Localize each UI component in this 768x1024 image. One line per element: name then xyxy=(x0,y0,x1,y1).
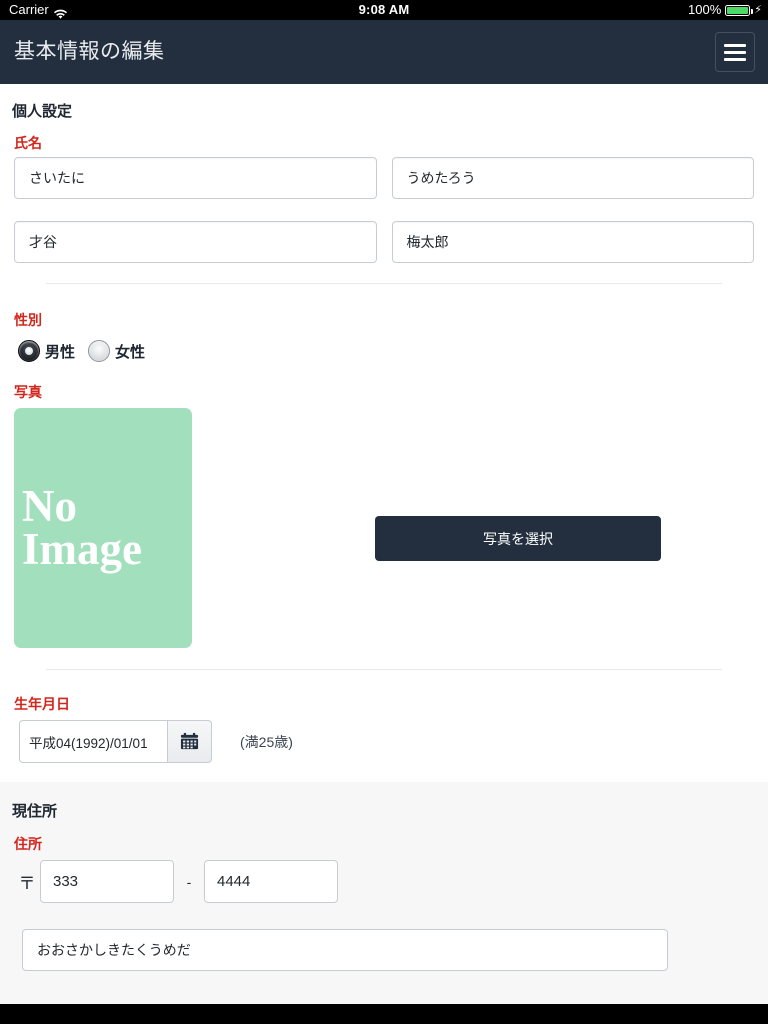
label-birthday: 生年月日 xyxy=(14,696,70,712)
first-name-kanji-input[interactable] xyxy=(391,221,754,263)
lightning-bolt-icon: ⚡ xyxy=(754,3,762,16)
label-gender: 性別 xyxy=(14,312,42,328)
status-bar-right: 100% ⚡ xyxy=(688,0,762,20)
page-title: 基本情報の編集 xyxy=(14,40,165,63)
status-bar-clock: 9:08 AM xyxy=(358,2,410,17)
section-heading-address: 現住所 xyxy=(12,803,58,820)
gender-option-male[interactable]: 男性 xyxy=(18,340,75,362)
label-name: 氏名 xyxy=(14,135,42,151)
battery-full-icon xyxy=(725,4,753,16)
calendar-icon[interactable] xyxy=(167,720,212,763)
label-photo: 写真 xyxy=(14,384,42,400)
gender-option-male-label: 男性 xyxy=(45,343,76,361)
last-name-kana-input[interactable] xyxy=(14,157,377,199)
last-name-kanji-input[interactable] xyxy=(14,221,377,263)
postal-separator: - xyxy=(186,873,192,890)
hamburger-menu-icon[interactable] xyxy=(715,32,755,72)
hamburger-bar xyxy=(724,50,746,54)
page-content: 個人設定 氏名 性別 男性 女性 xyxy=(0,84,768,1004)
photo-placeholder: No Image xyxy=(14,408,192,648)
first-name-kana-input[interactable] xyxy=(391,157,754,199)
photo-area: No Image 写真を選択 xyxy=(0,408,768,648)
select-photo-button[interactable]: 写真を選択 xyxy=(375,516,661,561)
postal-code-first-input[interactable] xyxy=(40,860,174,903)
hamburger-bar xyxy=(724,43,746,47)
birthday-input-group xyxy=(19,720,212,763)
device-screen: Carrier 9:08 AM 100% ⚡ 基本情報の編集 個人設定 氏名 さ… xyxy=(0,0,768,1024)
status-bar: Carrier 9:08 AM 100% ⚡ xyxy=(0,0,768,20)
hamburger-bar xyxy=(724,57,746,61)
postal-code-second-input[interactable] xyxy=(204,860,338,903)
birthday-row: (満25歳) xyxy=(0,720,768,763)
postal-code-row: 〒 - xyxy=(0,860,768,903)
name-kana-row xyxy=(0,157,768,199)
section-heading-personal: 個人設定 xyxy=(12,103,73,120)
name-kanji-row xyxy=(0,221,768,263)
label-address: 住所 xyxy=(14,836,42,852)
birthday-input[interactable] xyxy=(19,720,167,763)
radio-button-female[interactable] xyxy=(88,340,111,362)
age-note: (満25歳) xyxy=(240,733,293,750)
current-address-section: 現住所 住所 〒 - xyxy=(0,782,768,1004)
gender-option-female-label: 女性 xyxy=(115,343,146,361)
gender-option-female[interactable]: 女性 xyxy=(88,340,145,362)
postal-mark-icon: 〒 xyxy=(18,874,36,893)
navigation-bar: 基本情報の編集 xyxy=(0,20,768,84)
battery-percent-label: 100% xyxy=(688,2,722,17)
photo-placeholder-line2: Image xyxy=(22,524,142,574)
personal-settings-section: 個人設定 氏名 性別 男性 女性 xyxy=(0,84,768,782)
radio-button-male-selected[interactable] xyxy=(18,340,40,362)
gender-radio-group: 男性 女性 xyxy=(0,334,768,362)
address-kana-input[interactable] xyxy=(22,929,668,971)
photo-placeholder-line1: No xyxy=(22,481,77,532)
